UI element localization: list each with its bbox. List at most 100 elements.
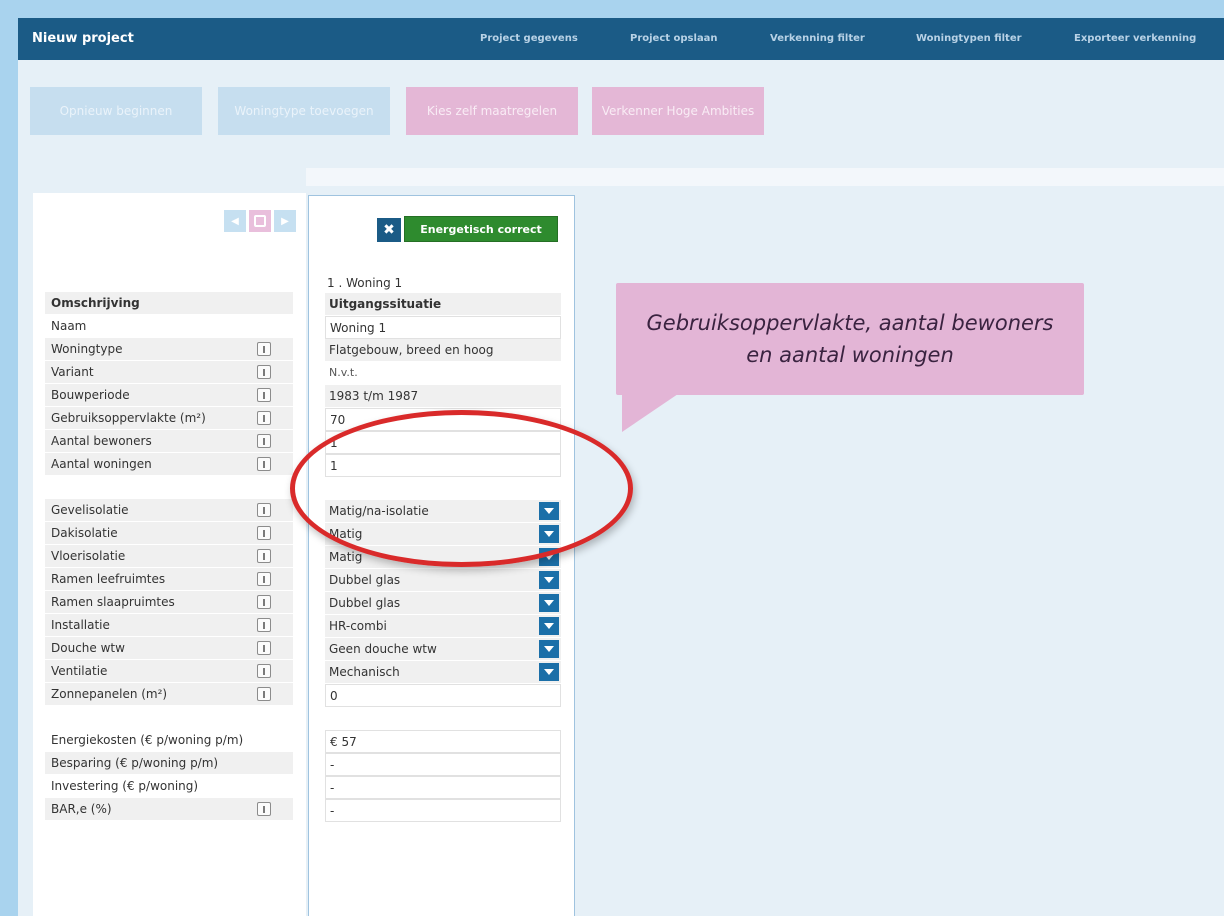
annotation-callout: Gebruiksoppervlakte, aantal bewoners en … bbox=[616, 283, 1084, 395]
property-row: Ramen slaapruimtes bbox=[45, 591, 293, 614]
info-icon[interactable] bbox=[257, 342, 271, 356]
property-row: Douche wtw bbox=[45, 637, 293, 660]
property-row: Aantal bewoners bbox=[45, 430, 293, 453]
value-dropdown[interactable]: HR-combi bbox=[325, 615, 561, 638]
property-row: Zonnepanelen (m²) bbox=[45, 683, 293, 706]
info-icon[interactable] bbox=[257, 664, 271, 678]
value-text: N.v.t. bbox=[329, 366, 358, 379]
property-label: Gebruiksoppervlakte (m²) bbox=[51, 411, 206, 425]
property-row: Woningtype bbox=[45, 338, 293, 361]
info-icon[interactable] bbox=[257, 549, 271, 563]
info-icon[interactable] bbox=[257, 388, 271, 402]
project-title: Nieuw project bbox=[32, 31, 134, 46]
highlight-ellipse bbox=[290, 410, 633, 567]
column-header-strip bbox=[306, 168, 1224, 186]
chevron-left-icon: ◀ bbox=[231, 215, 239, 227]
top-navigation-bar: Nieuw project Project gegevens Project o… bbox=[18, 18, 1224, 60]
info-icon[interactable] bbox=[257, 457, 271, 471]
property-label: Omschrijving bbox=[51, 296, 140, 310]
property-label: Naam bbox=[51, 319, 87, 333]
value-dropdown[interactable]: Geen douche wtw bbox=[325, 638, 561, 661]
property-row: Gebruiksoppervlakte (m²) bbox=[45, 407, 293, 430]
chevron-down-icon[interactable] bbox=[539, 571, 559, 589]
square-icon bbox=[254, 215, 266, 227]
nav-project-gegevens[interactable]: Project gegevens bbox=[480, 18, 578, 60]
info-icon[interactable] bbox=[257, 434, 271, 448]
chevron-right-icon: ▶ bbox=[281, 215, 289, 227]
nav-project-opslaan[interactable]: Project opslaan bbox=[630, 18, 718, 60]
restart-button[interactable]: Opnieuw beginnen bbox=[30, 87, 202, 135]
property-row: Energiekosten (€ p/woning p/m) bbox=[45, 729, 293, 752]
property-row: Variant bbox=[45, 361, 293, 384]
value-input[interactable]: Woning 1 bbox=[325, 316, 561, 339]
value-dropdown[interactable]: Dubbel glas bbox=[325, 592, 561, 615]
reset-view-button[interactable] bbox=[249, 210, 271, 232]
property-row: Investering (€ p/woning) bbox=[45, 775, 293, 798]
value-cell: N.v.t. bbox=[325, 362, 561, 385]
property-label: Aantal woningen bbox=[51, 457, 152, 471]
property-row: Bouwperiode bbox=[45, 384, 293, 407]
value-text: Woning 1 bbox=[330, 321, 387, 335]
info-icon[interactable] bbox=[257, 526, 271, 540]
property-row: Ventilatie bbox=[45, 660, 293, 683]
value-text: - bbox=[330, 758, 335, 772]
value-text: Uitgangssituatie bbox=[329, 297, 442, 311]
property-label: Aantal bewoners bbox=[51, 434, 152, 448]
info-icon[interactable] bbox=[257, 641, 271, 655]
property-row: Gevelisolatie bbox=[45, 499, 293, 522]
chevron-down-icon[interactable] bbox=[539, 617, 559, 635]
value-input[interactable]: - bbox=[325, 753, 561, 776]
info-icon[interactable] bbox=[257, 365, 271, 379]
value-text: HR-combi bbox=[329, 619, 387, 633]
value-cell: 1983 t/m 1987 bbox=[325, 385, 561, 408]
property-label: Besparing (€ p/woning p/m) bbox=[51, 756, 219, 770]
nav-woningtypen-filter[interactable]: Woningtypen filter bbox=[916, 18, 1022, 60]
value-input[interactable]: € 57 bbox=[325, 730, 561, 753]
info-icon[interactable] bbox=[257, 802, 271, 816]
property-label: Ramen leefruimtes bbox=[51, 572, 166, 586]
chevron-down-icon[interactable] bbox=[539, 663, 559, 681]
nav-exporteer-verkenning[interactable]: Exporteer verkenning bbox=[1074, 18, 1196, 60]
next-column-button[interactable]: ▶ bbox=[274, 210, 296, 232]
value-cell: Uitgangssituatie bbox=[325, 293, 561, 316]
property-row: Vloerisolatie bbox=[45, 545, 293, 568]
energy-status-button[interactable]: Energetisch correct bbox=[404, 216, 558, 242]
value-text: - bbox=[330, 781, 335, 795]
value-dropdown[interactable]: Mechanisch bbox=[325, 661, 561, 684]
chevron-down-icon[interactable] bbox=[539, 594, 559, 612]
value-dropdown[interactable]: Dubbel glas bbox=[325, 569, 561, 592]
info-icon[interactable] bbox=[257, 687, 271, 701]
nav-verkenning-filter[interactable]: Verkenning filter bbox=[770, 18, 865, 60]
value-input[interactable]: - bbox=[325, 776, 561, 799]
property-label: Woningtype bbox=[51, 342, 123, 356]
value-input[interactable]: 0 bbox=[325, 684, 561, 707]
property-label: Gevelisolatie bbox=[51, 503, 129, 517]
property-label: Bouwperiode bbox=[51, 388, 130, 402]
property-label: Douche wtw bbox=[51, 641, 125, 655]
column-title: 1 . Woning 1 bbox=[327, 276, 403, 290]
callout-pointer bbox=[622, 394, 678, 432]
value-text: Mechanisch bbox=[329, 665, 400, 679]
info-icon[interactable] bbox=[257, 572, 271, 586]
add-housetype-button[interactable]: Woningtype toevoegen bbox=[218, 87, 390, 135]
high-ambitions-button[interactable]: Verkenner Hoge Ambities bbox=[592, 87, 764, 135]
remove-column-button[interactable]: ✖ bbox=[377, 218, 401, 242]
chevron-down-icon[interactable] bbox=[539, 640, 559, 658]
property-row: Installatie bbox=[45, 614, 293, 637]
property-label: Variant bbox=[51, 365, 94, 379]
info-icon[interactable] bbox=[257, 595, 271, 609]
info-icon[interactable] bbox=[257, 503, 271, 517]
info-icon[interactable] bbox=[257, 618, 271, 632]
property-label: Ramen slaapruimtes bbox=[51, 595, 175, 609]
choose-measures-button[interactable]: Kies zelf maatregelen bbox=[406, 87, 578, 135]
app-window: Nieuw project Project gegevens Project o… bbox=[18, 18, 1224, 916]
property-label: Vloerisolatie bbox=[51, 549, 126, 563]
property-row: Naam bbox=[45, 315, 293, 338]
property-label: Energiekosten (€ p/woning p/m) bbox=[51, 733, 244, 747]
previous-column-button[interactable]: ◀ bbox=[224, 210, 246, 232]
value-input[interactable]: - bbox=[325, 799, 561, 822]
info-icon[interactable] bbox=[257, 411, 271, 425]
property-label: BAR,e (%) bbox=[51, 802, 112, 816]
property-row: Ramen leefruimtes bbox=[45, 568, 293, 591]
property-label: Ventilatie bbox=[51, 664, 108, 678]
